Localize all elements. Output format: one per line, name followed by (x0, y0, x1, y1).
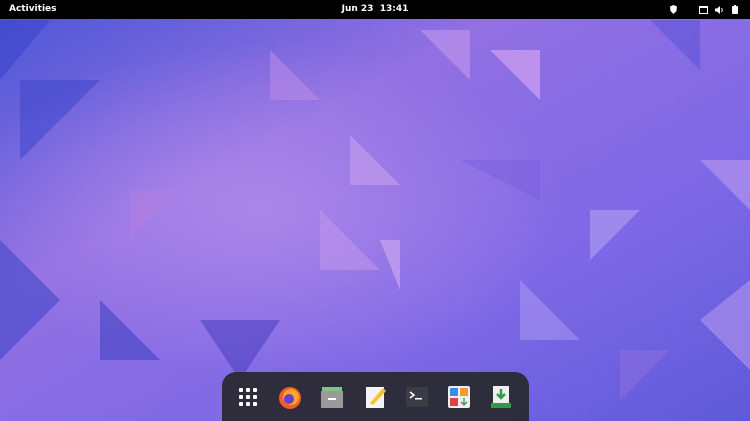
activities-button[interactable]: Activities (4, 0, 62, 19)
dock (222, 372, 529, 421)
desktop-wallpaper (0, 0, 750, 421)
dock-app-installer[interactable] (487, 383, 515, 411)
text-editor-icon (366, 387, 386, 408)
time-label: 13:41 (379, 4, 409, 14)
volume-icon (714, 5, 724, 14)
terminal-icon (406, 387, 428, 407)
top-bar: Activities Jun 23 13:41 (0, 0, 750, 19)
dock-app-software[interactable] (445, 383, 473, 411)
file-cabinet-icon (321, 387, 343, 408)
dock-app-firefox[interactable] (276, 383, 304, 411)
firefox-icon (279, 387, 301, 409)
installer-icon (491, 386, 511, 408)
battery-icon (731, 5, 739, 14)
show-applications-button[interactable] (234, 383, 262, 411)
software-icon (448, 386, 470, 408)
dock-app-files[interactable] (318, 383, 346, 411)
shield-icon[interactable] (669, 5, 677, 14)
date-label: Jun 23 (341, 4, 374, 14)
app-grid-icon (239, 388, 257, 406)
dock-app-terminal[interactable] (403, 383, 431, 411)
dock-app-text-editor[interactable] (361, 383, 389, 411)
clock-button[interactable]: Jun 23 13:41 (340, 0, 410, 19)
screen-icon (698, 5, 708, 14)
